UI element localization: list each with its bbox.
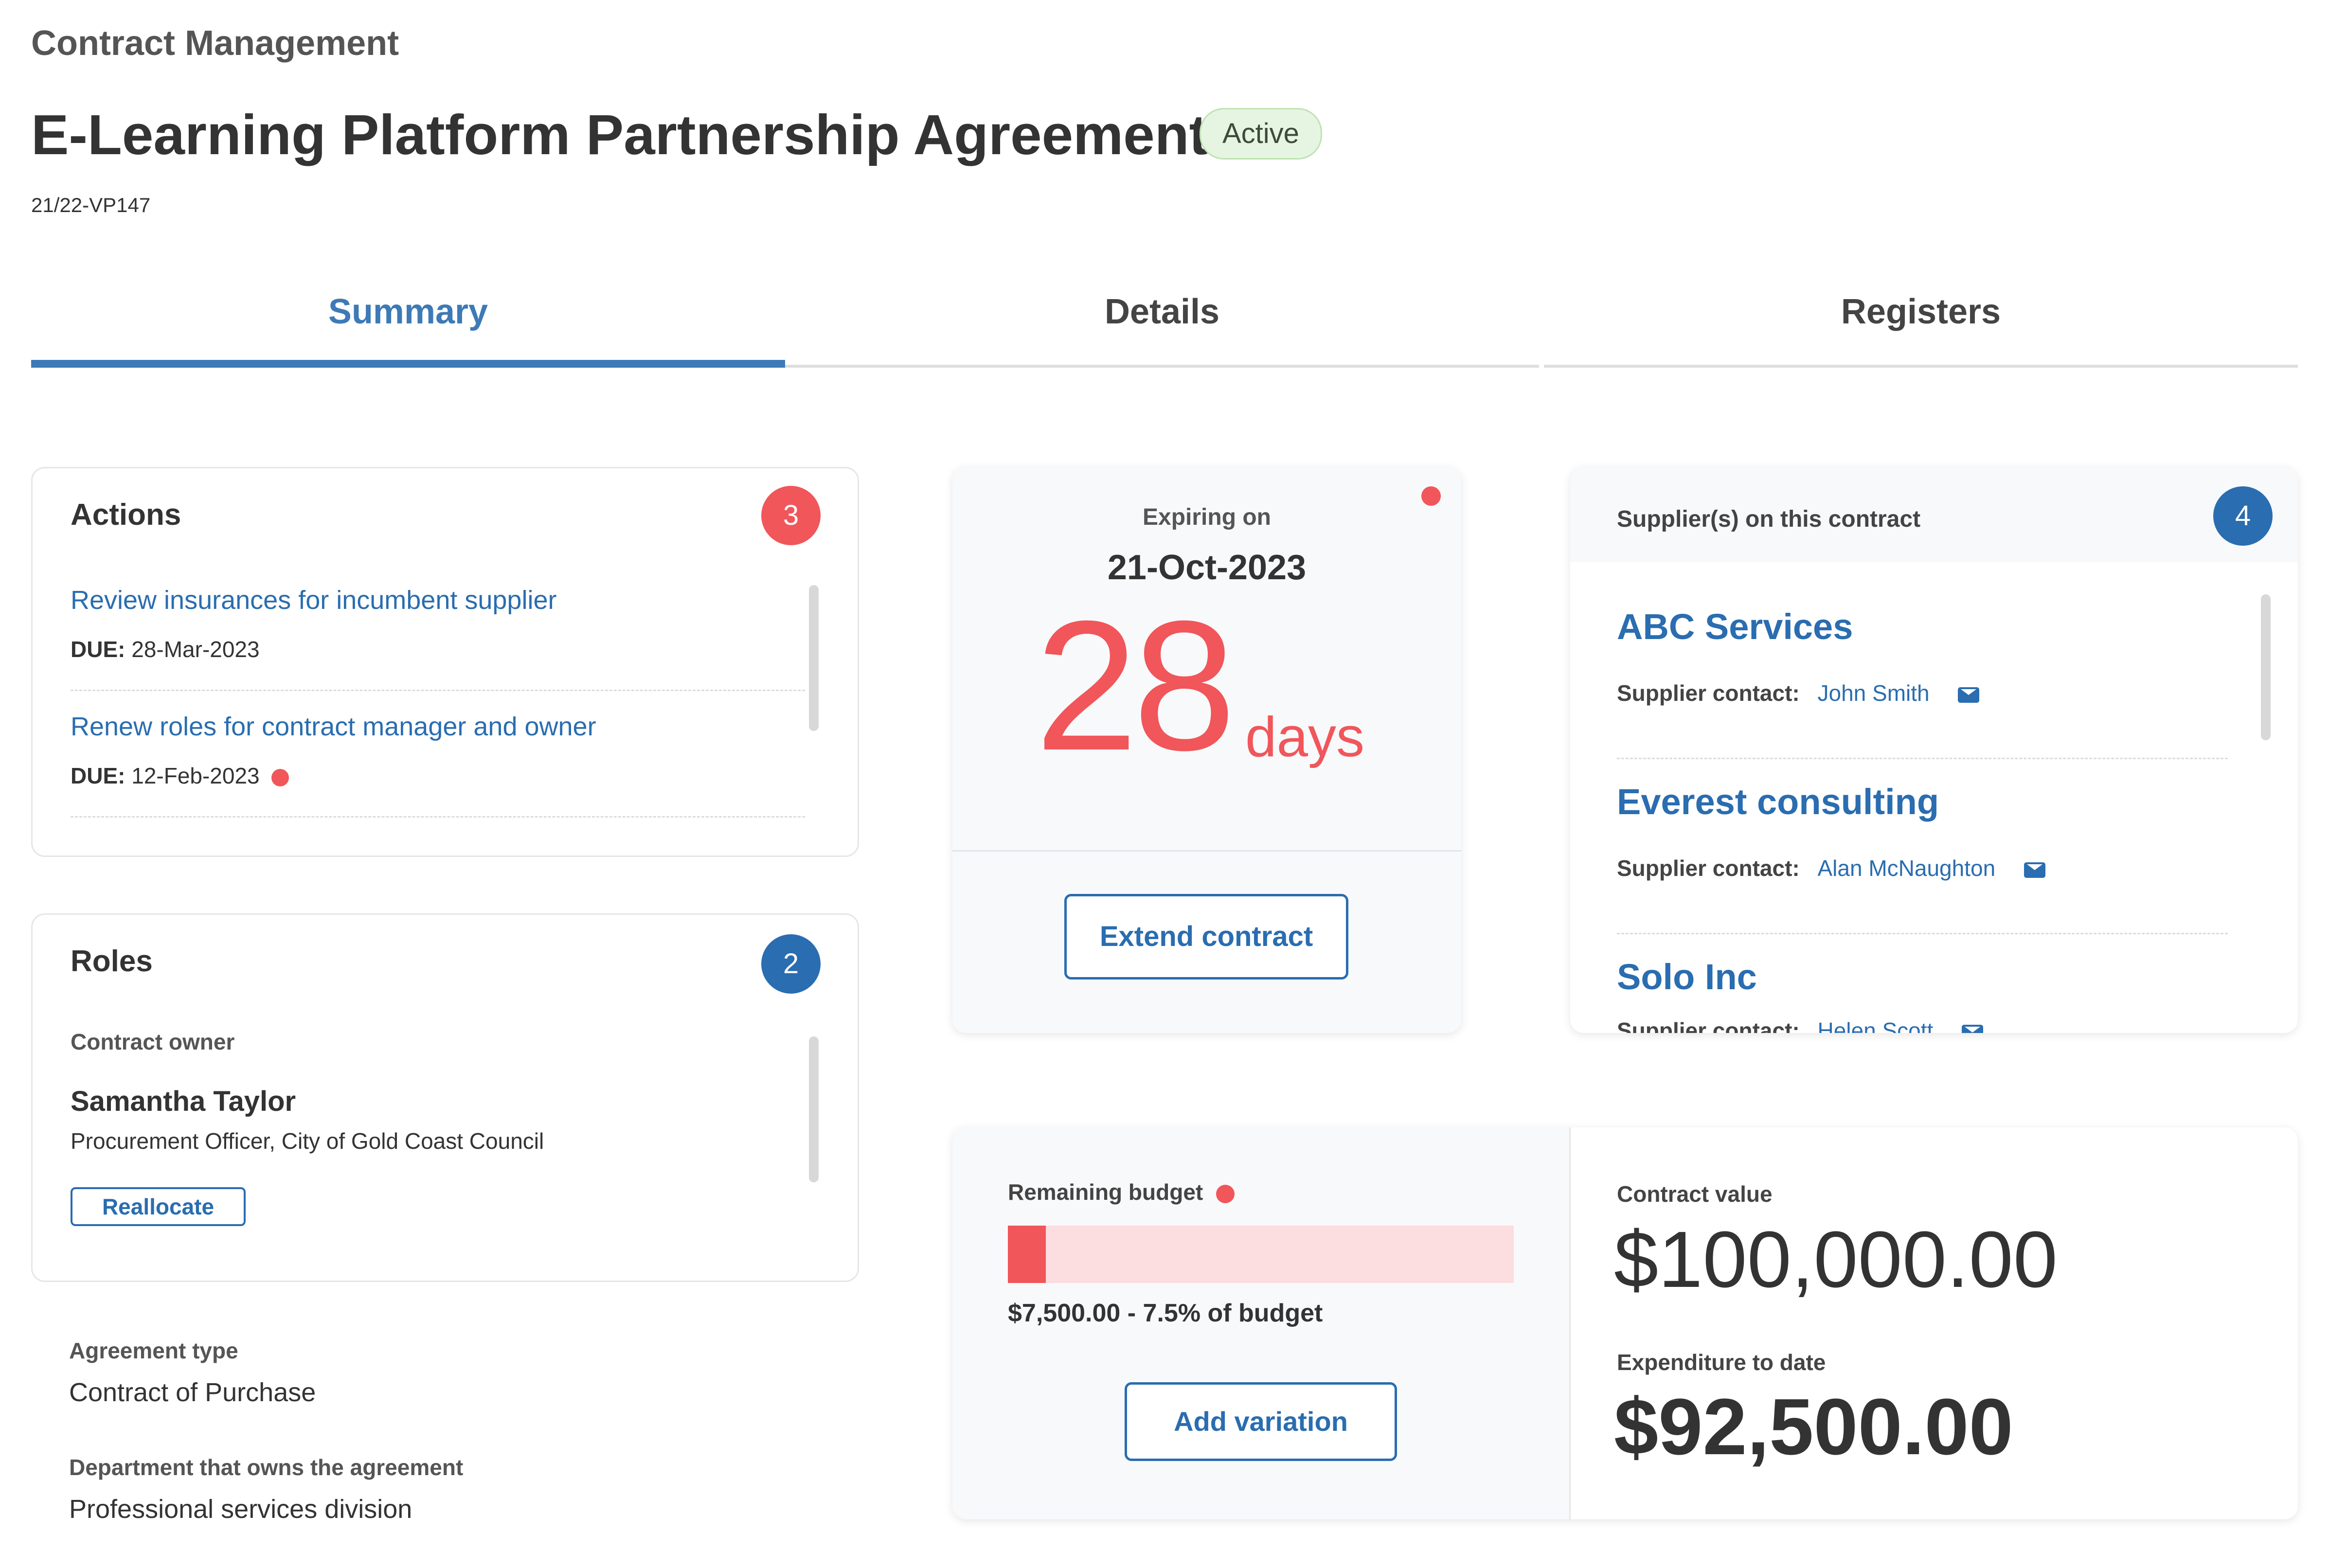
- divider: [952, 850, 1461, 852]
- supplier-contact-label: Supplier contact:: [1617, 855, 1800, 881]
- actions-card: Actions 3 Review insurances for incumben…: [31, 467, 859, 857]
- department-label: Department that owns the agreement: [69, 1455, 464, 1480]
- tab-label: Registers: [1841, 292, 2001, 331]
- supplier-contact-label: Supplier contact:: [1617, 1018, 1800, 1033]
- tab-summary[interactable]: Summary: [31, 285, 785, 368]
- budget-progress-track: [1008, 1226, 1514, 1283]
- expiry-card: Expiring on 21-Oct-2023 28 days Extend c…: [952, 467, 1461, 1033]
- actions-title: Actions: [71, 498, 181, 532]
- extend-contract-button[interactable]: Extend contract: [1064, 894, 1348, 980]
- mail-icon[interactable]: [2024, 862, 2045, 878]
- supplier-contact-link[interactable]: Alan McNaughton: [1818, 855, 1996, 881]
- supplier-contact-link[interactable]: Helen Scott: [1818, 1018, 1934, 1033]
- expiry-date: 21-Oct-2023: [1107, 548, 1307, 587]
- due-label: DUE:: [71, 637, 125, 662]
- contract-value: $100,000.00: [1614, 1215, 2058, 1304]
- remaining-budget-label-text: Remaining budget: [1008, 1179, 1203, 1205]
- breadcrumb: Contract Management: [31, 24, 399, 63]
- action-due-date: DUE: 12-Feb-2023: [71, 763, 289, 789]
- person-position: Procurement Officer, City of Gold Coast …: [71, 1128, 544, 1154]
- supplier-name-link[interactable]: Everest consulting: [1617, 781, 1939, 822]
- divider: [1617, 758, 2228, 759]
- due-date-value: 28-Mar-2023: [131, 637, 260, 662]
- add-variation-button[interactable]: Add variation: [1125, 1382, 1397, 1461]
- agreement-type-label: Agreement type: [69, 1338, 238, 1363]
- role-label: Contract owner: [71, 1029, 235, 1054]
- overdue-indicator-icon: [271, 768, 289, 786]
- supplier-contact: Supplier contact: Helen Scott: [1617, 1017, 1984, 1033]
- divider: [71, 816, 805, 818]
- suppliers-card: Supplier(s) on this contract 4 ABC Servi…: [1570, 467, 2298, 1033]
- remaining-budget-label: Remaining budget: [1008, 1179, 1235, 1205]
- status-badge: Active: [1200, 108, 1322, 160]
- roles-card: Roles 2 Contract owner Samantha Taylor P…: [31, 913, 859, 1282]
- days-remaining-number: 28: [1035, 582, 1236, 789]
- budget-card: Remaining budget $7,500.00 - 7.5% of bud…: [952, 1127, 2298, 1519]
- roles-count-badge: 2: [761, 934, 821, 994]
- remaining-budget-text: $7,500.00 - 7.5% of budget: [1008, 1299, 1323, 1327]
- expiry-label: Expiring on: [1143, 504, 1271, 530]
- action-item-link[interactable]: Renew roles for contract manager and own…: [71, 712, 596, 742]
- tab-label: Details: [1104, 292, 1220, 331]
- supplier-name-link[interactable]: ABC Services: [1617, 606, 1853, 647]
- agreement-type-value: Contract of Purchase: [69, 1378, 316, 1407]
- tab-registers[interactable]: Registers: [1544, 285, 2298, 368]
- page-title: E-Learning Platform Partnership Agreemen…: [31, 103, 1208, 166]
- budget-progress-fill: [1008, 1226, 1046, 1283]
- mail-icon[interactable]: [1962, 1024, 1984, 1033]
- tab-details[interactable]: Details: [785, 285, 1539, 368]
- action-item-link[interactable]: Review insurances for incumbent supplier: [71, 585, 556, 615]
- divider: [1617, 933, 2228, 934]
- supplier-contact-label: Supplier contact:: [1617, 680, 1800, 706]
- mail-icon[interactable]: [1958, 687, 1980, 703]
- days-remaining-unit: days: [1245, 705, 1365, 768]
- expenditure-value: $92,500.00: [1614, 1382, 2013, 1471]
- alert-indicator-icon: [1216, 1184, 1235, 1203]
- suppliers-scrollbar[interactable]: [2261, 594, 2271, 740]
- expenditure-label: Expenditure to date: [1617, 1350, 1826, 1375]
- actions-scrollbar[interactable]: [809, 585, 819, 731]
- alert-indicator-icon: [1421, 486, 1441, 506]
- roles-scrollbar[interactable]: [809, 1036, 819, 1182]
- supplier-contact: Supplier contact: Alan McNaughton: [1617, 855, 2045, 881]
- suppliers-count-badge: 4: [2213, 486, 2273, 546]
- department-value: Professional services division: [69, 1495, 412, 1524]
- due-label: DUE:: [71, 763, 125, 788]
- contract-reference: 21/22-VP147: [31, 194, 151, 216]
- action-due-date: DUE: 28-Mar-2023: [71, 636, 260, 662]
- actions-count-badge: 3: [761, 486, 821, 545]
- reallocate-button[interactable]: Reallocate: [71, 1187, 246, 1226]
- tab-label: Summary: [328, 292, 488, 331]
- divider: [71, 690, 805, 691]
- roles-title: Roles: [71, 944, 153, 978]
- supplier-contact-link[interactable]: John Smith: [1818, 680, 1930, 706]
- due-date-value: 12-Feb-2023: [131, 763, 260, 788]
- supplier-contact: Supplier contact: John Smith: [1617, 680, 1980, 706]
- supplier-name-link[interactable]: Solo Inc: [1617, 956, 1757, 998]
- contract-value-label: Contract value: [1617, 1181, 1773, 1207]
- person-name: Samantha Taylor: [71, 1086, 296, 1117]
- suppliers-title: Supplier(s) on this contract: [1617, 506, 1921, 532]
